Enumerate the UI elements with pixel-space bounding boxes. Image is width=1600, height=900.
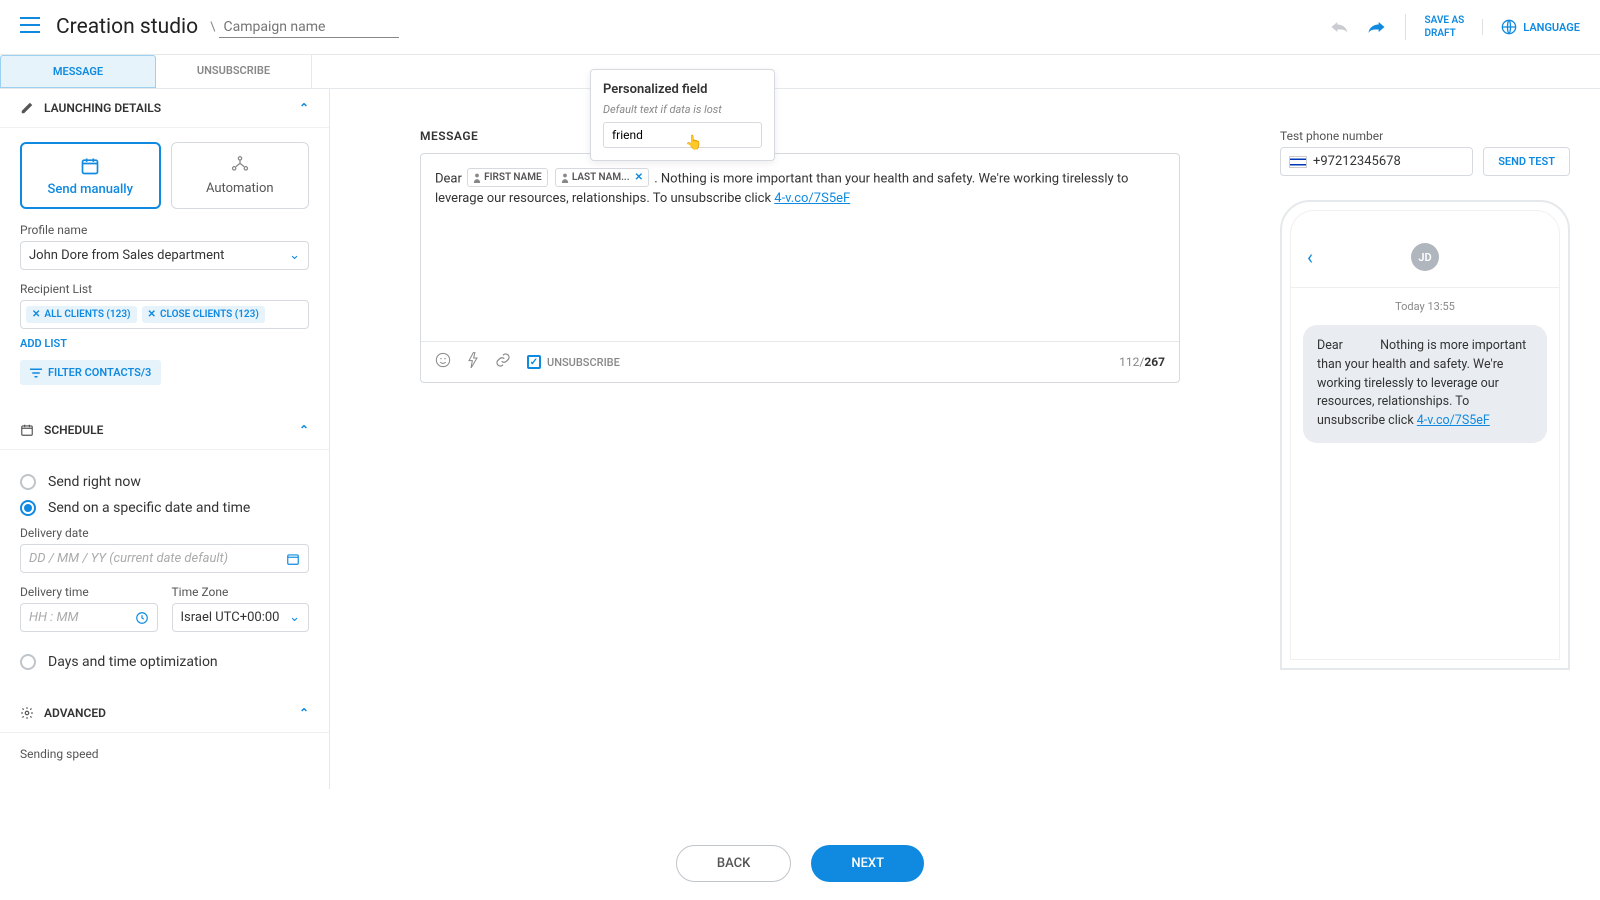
save-as-draft-button[interactable]: SAVE AS DRAFT	[1405, 14, 1464, 40]
profile-name-value: John Dore from Sales department	[29, 248, 224, 263]
person-icon	[473, 173, 481, 183]
app-header: Creation studio \ SAVE AS DRAFT LANGUAGE	[0, 0, 1600, 55]
chevron-up-icon: ⌃	[299, 101, 309, 115]
subtab-bar: MESSAGE UNSUBSCRIBE	[0, 55, 1600, 89]
section-launching-header[interactable]: LAUNCHING DETAILS ⌃	[0, 89, 329, 128]
wizard-footer: BACK NEXT	[0, 827, 1600, 900]
campaign-name-input[interactable]	[219, 17, 399, 38]
delivery-date-input[interactable]: DD / MM / YY (current date default)	[20, 544, 309, 573]
clock-icon	[135, 611, 149, 625]
sending-speed-label: Sending speed	[20, 747, 309, 761]
automation-label: Automation	[206, 181, 274, 196]
profile-name-label: Profile name	[20, 223, 309, 237]
avatar: JD	[1411, 243, 1439, 271]
send-manually-label: Send manually	[48, 182, 133, 197]
chevron-up-icon: ⌃	[299, 423, 309, 437]
calendar-icon	[20, 423, 34, 437]
section-schedule-title: SCHEDULE	[44, 423, 103, 437]
globe-icon	[1501, 19, 1517, 35]
back-button[interactable]: BACK	[676, 845, 791, 882]
language-button[interactable]: LANGUAGE	[1482, 19, 1580, 35]
checkbox-icon	[527, 355, 541, 369]
chevron-down-icon: ⌄	[289, 248, 300, 263]
breadcrumb-slash: \	[210, 20, 215, 35]
popover-subtitle: Default text if data is lost	[603, 103, 762, 116]
automation-icon	[230, 155, 250, 175]
undo-icon[interactable]	[1329, 19, 1349, 35]
edit-icon	[20, 101, 34, 115]
language-label: LANGUAGE	[1523, 21, 1580, 34]
emoji-icon[interactable]	[435, 352, 451, 372]
automation-card[interactable]: Automation	[171, 142, 310, 209]
tab-unsubscribe[interactable]: UNSUBSCRIBE	[156, 55, 312, 88]
popover-title: Personalized field	[603, 82, 762, 97]
radio-icon	[20, 500, 36, 516]
gear-icon	[20, 706, 34, 720]
recipient-list-label: Recipient List	[20, 282, 309, 296]
add-list-button[interactable]: ADD LIST	[20, 337, 309, 350]
app-title: Creation studio	[56, 15, 198, 39]
message-body[interactable]: Dear FIRST NAME LAST NAM... ✕ . Nothing …	[421, 154, 1179, 341]
delivery-time-label: Delivery time	[20, 585, 158, 599]
close-icon[interactable]: ✕	[32, 309, 40, 320]
recipient-chip[interactable]: ✕ALL CLIENTS (123)	[26, 306, 137, 323]
section-launching-title: LAUNCHING DETAILS	[44, 101, 161, 115]
chevron-down-icon: ⌄	[289, 610, 300, 625]
message-header: MESSAGE	[420, 129, 1180, 143]
link-icon[interactable]	[495, 352, 511, 372]
popover-default-text-input[interactable]	[603, 122, 762, 148]
test-phone-label: Test phone number	[1280, 129, 1570, 143]
chevron-up-icon: ⌃	[299, 706, 309, 720]
message-editor-panel: Personalized field Default text if data …	[330, 89, 1270, 789]
schedule-specific-option[interactable]: Send on a specific date and time	[20, 500, 309, 516]
timezone-select[interactable]: Israel UTC+00:00 ⌄	[172, 603, 310, 632]
test-phone-input[interactable]: +97212345678	[1280, 147, 1473, 176]
delivery-time-input[interactable]: HH : MM	[20, 603, 158, 632]
config-sidebar: LAUNCHING DETAILS ⌃ Send manually Automa…	[0, 89, 330, 789]
recipient-list-input[interactable]: ✕ALL CLIENTS (123) ✕CLOSE CLIENTS (123)	[20, 300, 309, 329]
personalized-field-popover: Personalized field Default text if data …	[590, 69, 775, 161]
calendar-icon	[80, 156, 100, 176]
next-button[interactable]: NEXT	[811, 845, 924, 882]
merge-token-firstname[interactable]: FIRST NAME	[467, 168, 547, 187]
redo-icon[interactable]	[1367, 19, 1387, 35]
phone-preview: ‹ JD Today 13:55 Dear Nothing is more im…	[1280, 200, 1570, 670]
char-count: 112/267	[1119, 355, 1165, 369]
unsubscribe-link[interactable]: 4-v.co/7S5eF	[774, 191, 850, 206]
radio-icon	[20, 474, 36, 490]
send-manually-card[interactable]: Send manually	[20, 142, 161, 209]
send-test-button[interactable]: SEND TEST	[1483, 147, 1570, 176]
preview-unsub-link[interactable]: 4-v.co/7S5eF	[1417, 413, 1490, 428]
flag-icon	[1289, 156, 1307, 168]
filter-icon	[30, 368, 42, 378]
preview-panel: Test phone number +97212345678 SEND TEST…	[1270, 89, 1600, 789]
timezone-label: Time Zone	[172, 585, 310, 599]
delivery-date-label: Delivery date	[20, 526, 309, 540]
filter-contacts-button[interactable]: FILTER CONTACTS/3	[20, 360, 161, 385]
merge-token-lastname[interactable]: LAST NAM... ✕	[555, 168, 649, 187]
recipient-chip[interactable]: ✕CLOSE CLIENTS (123)	[142, 306, 265, 323]
hamburger-icon[interactable]	[20, 17, 40, 37]
bolt-icon[interactable]	[467, 352, 479, 372]
section-advanced-header[interactable]: ADVANCED ⌃	[0, 694, 329, 733]
close-icon[interactable]: ✕	[148, 309, 156, 320]
section-schedule-header[interactable]: SCHEDULE ⌃	[0, 411, 329, 450]
schedule-optimize-option[interactable]: Days and time optimization	[20, 654, 309, 670]
preview-timestamp: Today 13:55	[1291, 300, 1559, 313]
schedule-now-option[interactable]: Send right now	[20, 474, 309, 490]
calendar-icon	[286, 552, 300, 566]
unsubscribe-toggle[interactable]: UNSUBSCRIBE	[527, 355, 620, 369]
message-editor[interactable]: Dear FIRST NAME LAST NAM... ✕ . Nothing …	[420, 153, 1180, 383]
section-advanced-title: ADVANCED	[44, 706, 106, 720]
profile-name-select[interactable]: John Dore from Sales department ⌄	[20, 241, 309, 270]
preview-message-bubble: Dear Nothing is more important than your…	[1303, 325, 1547, 443]
radio-icon	[20, 654, 36, 670]
tab-message[interactable]: MESSAGE	[0, 55, 156, 88]
close-icon[interactable]: ✕	[635, 170, 643, 185]
back-icon[interactable]: ‹	[1307, 245, 1313, 269]
person-icon	[561, 173, 569, 183]
